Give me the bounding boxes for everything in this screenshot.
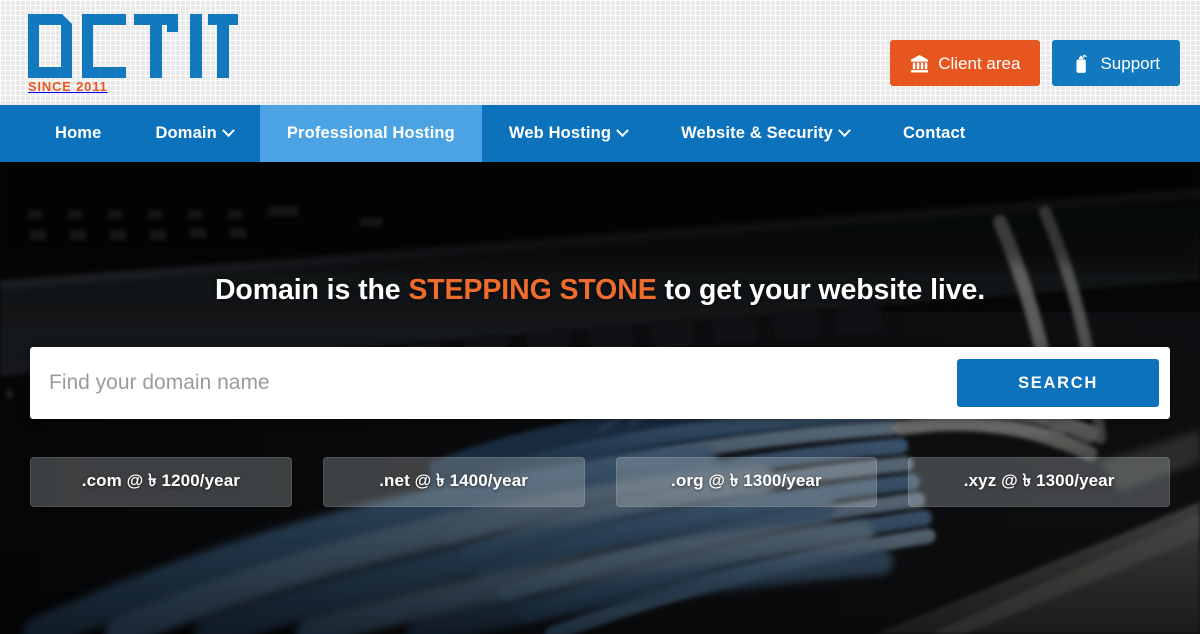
logo-tagline: SINCE 2011	[28, 79, 108, 94]
chevron-down-icon	[616, 124, 629, 138]
tld-chip-org[interactable]: .org @ ৳ 1300/year	[615, 457, 878, 507]
logo-wordmark-icon	[28, 14, 238, 78]
hero-content: Domain is the STEPPING STONE to get your…	[0, 162, 1200, 634]
header-actions: Client area Support	[890, 40, 1180, 86]
nav-label-contact: Contact	[902, 124, 966, 142]
domain-search-button[interactable]: SEARCH	[957, 359, 1159, 407]
main-navigation: Home Domain Professional Hosting Web Hos…	[0, 105, 1200, 162]
support-label: Support	[1100, 53, 1160, 73]
client-area-label: Client area	[938, 53, 1021, 73]
nav-item-home[interactable]: Home	[28, 105, 128, 162]
nav-item-professional-hosting[interactable]: Professional Hosting	[259, 105, 482, 162]
client-area-button[interactable]: Client area	[890, 40, 1041, 86]
tld-chip-xyz[interactable]: .xyz @ ৳ 1300/year	[908, 457, 1170, 507]
fire-extinguisher-icon	[1072, 54, 1091, 73]
hero-headline-highlight: STEPPING STONE	[408, 274, 657, 306]
nav-label-domain: Domain	[155, 124, 217, 142]
page-root: SINCE 2011 Client area Support Home Doma…	[0, 0, 1200, 634]
tld-chip-com[interactable]: .com @ ৳ 1200/year	[30, 457, 292, 507]
domain-search-input[interactable]	[30, 347, 957, 419]
tld-price-chips: .com @ ৳ 1200/year .net @ ৳ 1400/year .o…	[30, 457, 1170, 507]
support-button[interactable]: Support	[1052, 40, 1180, 86]
nav-item-web-hosting[interactable]: Web Hosting	[482, 105, 654, 162]
nav-label-web-hosting: Web Hosting	[508, 124, 612, 142]
domain-search-bar: SEARCH	[30, 347, 1170, 419]
nav-item-website-security[interactable]: Website & Security	[654, 105, 876, 162]
site-header: SINCE 2011 Client area Support	[0, 0, 1200, 105]
site-logo[interactable]: SINCE 2011	[28, 14, 238, 93]
chevron-down-icon	[221, 124, 235, 138]
bank-icon	[910, 54, 929, 73]
nav-item-contact[interactable]: Contact	[876, 105, 992, 162]
nav-label-home: Home	[55, 124, 102, 142]
hero-headline-part2: to get your website live.	[656, 274, 986, 306]
hero-section: 4 6 8 10 12 14 16 18 20 22 24	[0, 162, 1200, 634]
hero-headline: Domain is the STEPPING STONE to get your…	[0, 274, 1200, 307]
nav-item-domain[interactable]: Domain	[128, 105, 259, 162]
hero-headline-part1: Domain is the	[214, 274, 409, 306]
nav-label-website-security: Website & Security	[681, 124, 833, 142]
nav-label-professional-hosting: Professional Hosting	[286, 124, 455, 142]
tld-chip-net[interactable]: .net @ ৳ 1400/year	[322, 457, 585, 507]
chevron-down-icon	[838, 124, 851, 138]
